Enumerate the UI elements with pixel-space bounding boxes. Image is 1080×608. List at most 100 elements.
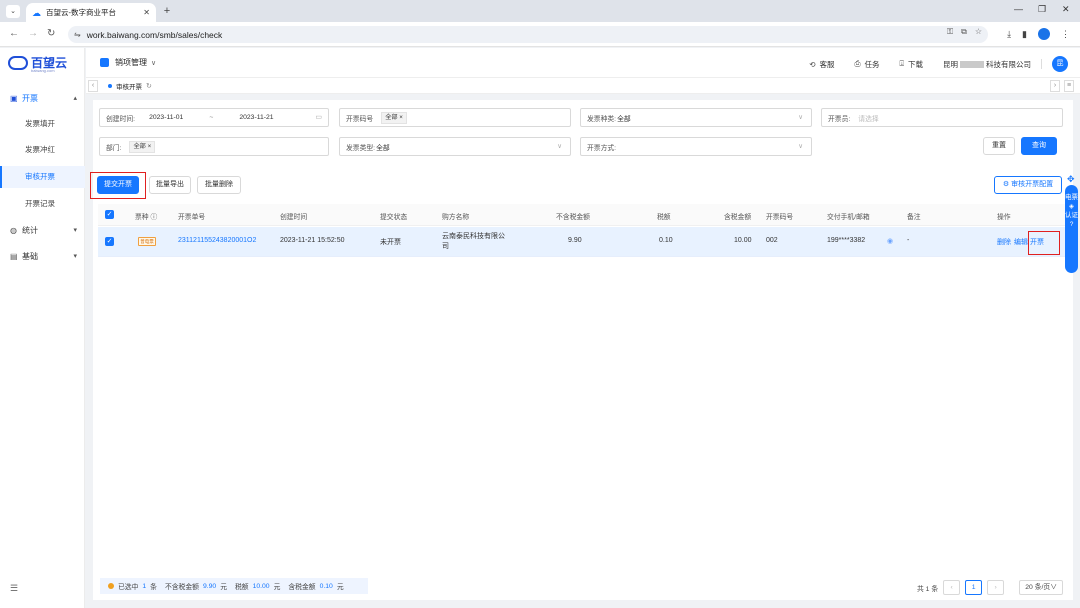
sidebar-item-invoice-records[interactable]: 开票记录 — [0, 193, 85, 215]
chevron-down-icon: ∨ — [798, 143, 803, 150]
next-page-button[interactable]: › — [987, 580, 1005, 595]
module-switcher[interactable]: 销项管理 ∨ — [100, 57, 156, 68]
delete-link[interactable]: 删除 — [997, 237, 1011, 247]
date-end[interactable]: 2023-11-21 — [239, 114, 273, 121]
profile-avatar-icon[interactable] — [1038, 28, 1050, 40]
status-badge: 未开票 — [380, 239, 401, 246]
browser-menu-icon[interactable]: ⋮ — [1061, 29, 1070, 40]
table-row[interactable]: ✓ 普电票 231121155243820001O2 2023-11-21 15… — [98, 227, 1068, 257]
sidebar-item-invoice-red[interactable]: 发票冲红 — [0, 139, 85, 161]
tab-review-invoice[interactable]: 审核开票 ↻ — [108, 80, 152, 92]
query-button[interactable]: 查询 — [1021, 137, 1057, 155]
site-settings-icon[interactable]: ⇋ — [74, 30, 81, 39]
new-tab-button[interactable]: + — [160, 5, 174, 18]
refresh-icon[interactable]: ↻ — [146, 82, 152, 90]
reload-icon[interactable]: ↻ — [47, 28, 55, 39]
url-text: work.baiwang.com/smb/sales/check — [86, 29, 223, 40]
tax-amount: 0.10 — [659, 237, 673, 244]
sidebar-group-base[interactable]: ▤ 基础 ▾ — [0, 246, 85, 266]
password-key-icon[interactable]: ⚿ — [947, 27, 953, 37]
buyer-name: 云南泰民科技有限公司 — [442, 233, 505, 250]
page-size-select[interactable]: 20 条/页∨ — [1019, 580, 1064, 595]
redacted-mask — [960, 61, 984, 69]
download-icon[interactable]: ⤓ — [1007, 29, 1011, 40]
date-start[interactable]: 2023-11-01 — [149, 114, 183, 121]
batch-delete-button[interactable]: 批量删除 — [197, 176, 241, 194]
highlight-box — [1028, 231, 1060, 255]
side-panel-icon[interactable]: ▮ — [1022, 29, 1027, 40]
contact: 199****3382 — [827, 237, 866, 244]
order-no-link[interactable]: 231121155243820001O2 — [178, 237, 256, 244]
tasks-link[interactable]: ⎙ 任务 — [855, 59, 880, 70]
address-bar[interactable]: ⇋ work.baiwang.com/smb/sales/check — [68, 26, 988, 43]
dept-chip[interactable]: 全部 × — [129, 140, 156, 153]
window-close-icon[interactable]: ✕ — [1062, 4, 1070, 15]
base-icon: ▤ — [10, 251, 18, 261]
department-select[interactable]: 部门: 全部 × — [99, 137, 329, 156]
active-dot — [108, 84, 112, 88]
col-buyer: 购方名称 — [442, 214, 470, 221]
scroll-right-icon[interactable]: › — [1050, 80, 1060, 92]
invoice-type-select[interactable]: 发票类型: 全部 ∨ — [339, 137, 571, 156]
batch-export-button[interactable]: 批量导出 — [149, 176, 191, 194]
eye-icon[interactable]: ◉ — [887, 237, 893, 245]
amount-inc-tax: 10.00 — [734, 237, 752, 244]
back-icon[interactable]: ← — [9, 28, 19, 39]
install-app-icon[interactable]: ⧉ — [961, 27, 967, 37]
divider — [1041, 59, 1042, 69]
review-config-button[interactable]: ⚙ 审核开票配置 — [994, 176, 1062, 194]
download-icon: ⍗ — [899, 59, 905, 68]
tab-title: 百望云-数字商业平台 — [46, 8, 116, 17]
tab-close-icon[interactable]: ✕ — [143, 8, 150, 17]
sidebar-group-stats[interactable]: ◍ 统计 ▾ — [0, 220, 85, 240]
select-all-checkbox[interactable]: ✓ — [105, 210, 114, 219]
sidebar-group-invoice[interactable]: ▣ 开票 ▴ — [0, 88, 85, 108]
sidebar-item-invoice-fill[interactable]: 发票填开 — [0, 113, 85, 135]
reset-button[interactable]: 重置 — [983, 137, 1015, 155]
col-invoice-kind: 票种 ⓘ — [135, 214, 158, 221]
issuer-select[interactable]: 开票员: 请选择 — [821, 108, 1063, 127]
browser-tab-bar: ⌄ ☁ 百望云-数字商业平台 ✕ + — ❐ ✕ — [0, 0, 1080, 22]
create-time-range[interactable]: 创建时间: 2023-11-01 ~ 2023-11-21 ▭ — [99, 108, 329, 127]
invoice-code: 002 — [766, 237, 778, 244]
calendar-icon: ▭ — [315, 114, 322, 121]
browser-tab[interactable]: ☁ 百望云-数字商业平台 ✕ — [26, 3, 156, 22]
tab-search-dropdown[interactable]: ⌄ — [6, 5, 20, 18]
customer-service-link[interactable]: ⟲ 客服 — [809, 59, 834, 70]
col-status: 提交状态 — [380, 214, 408, 221]
page-1-button[interactable]: 1 — [965, 580, 983, 595]
module-title: 销项管理 — [115, 58, 147, 67]
highlight-box — [90, 172, 146, 199]
scroll-left-icon[interactable]: ‹ — [88, 80, 98, 92]
col-code: 开票码号 — [766, 214, 794, 221]
prev-page-button[interactable]: ‹ — [943, 580, 961, 595]
invoice-kind-badge: 普电票 — [138, 237, 156, 246]
selection-summary: 已选中 1 条 不含税金额 9.90 元 税额 10.00 元 含税金额 0.1… — [100, 578, 368, 594]
chevron-up-icon: ▴ — [73, 95, 77, 102]
chevron-down-icon: ∨ — [798, 114, 803, 121]
row-checkbox[interactable]: ✓ — [105, 237, 114, 246]
tags-menu-icon[interactable]: ≡ — [1064, 80, 1074, 92]
collapse-menu-icon[interactable]: ☰ — [10, 583, 18, 594]
company-name[interactable]: 昆明 科技有限公司 — [943, 59, 1031, 70]
invoice-kind-select[interactable]: 发票种类: 全部 ∨ — [580, 108, 812, 127]
download-link[interactable]: ⍗ 下载 — [900, 59, 924, 70]
total-count: 共 1 条 — [917, 585, 939, 593]
col-order-no: 开票单号 — [178, 214, 206, 221]
invoice-icon: ▣ — [10, 93, 18, 103]
bookmark-star-icon[interactable]: ☆ — [975, 27, 982, 37]
edit-link[interactable]: 编辑 — [1014, 237, 1028, 247]
drag-handle-icon[interactable]: ✥ — [1067, 174, 1075, 185]
minimize-icon[interactable]: — — [1014, 4, 1023, 14]
chevron-down-icon: ∨ — [1050, 584, 1058, 591]
code-chip[interactable]: 全部 × — [381, 111, 407, 124]
sidebar-item-review-invoice[interactable]: 审核开票 — [0, 166, 85, 188]
forward-icon[interactable]: → — [28, 28, 38, 39]
invoice-method-select[interactable]: 开票方式: ∨ — [580, 137, 812, 156]
tags-bar: ‹ 审核开票 ↻ › ≡ — [86, 78, 1080, 94]
avatar[interactable]: 昆 — [1052, 56, 1068, 72]
ticket-icon: ◈ — [1069, 203, 1074, 210]
e-invoice-auth-widget[interactable]: 电票 ◈ 认证 ? — [1065, 185, 1078, 273]
restore-icon[interactable]: ❐ — [1038, 4, 1046, 15]
invoice-code-select[interactable]: 开票码号 全部 × — [339, 108, 571, 127]
